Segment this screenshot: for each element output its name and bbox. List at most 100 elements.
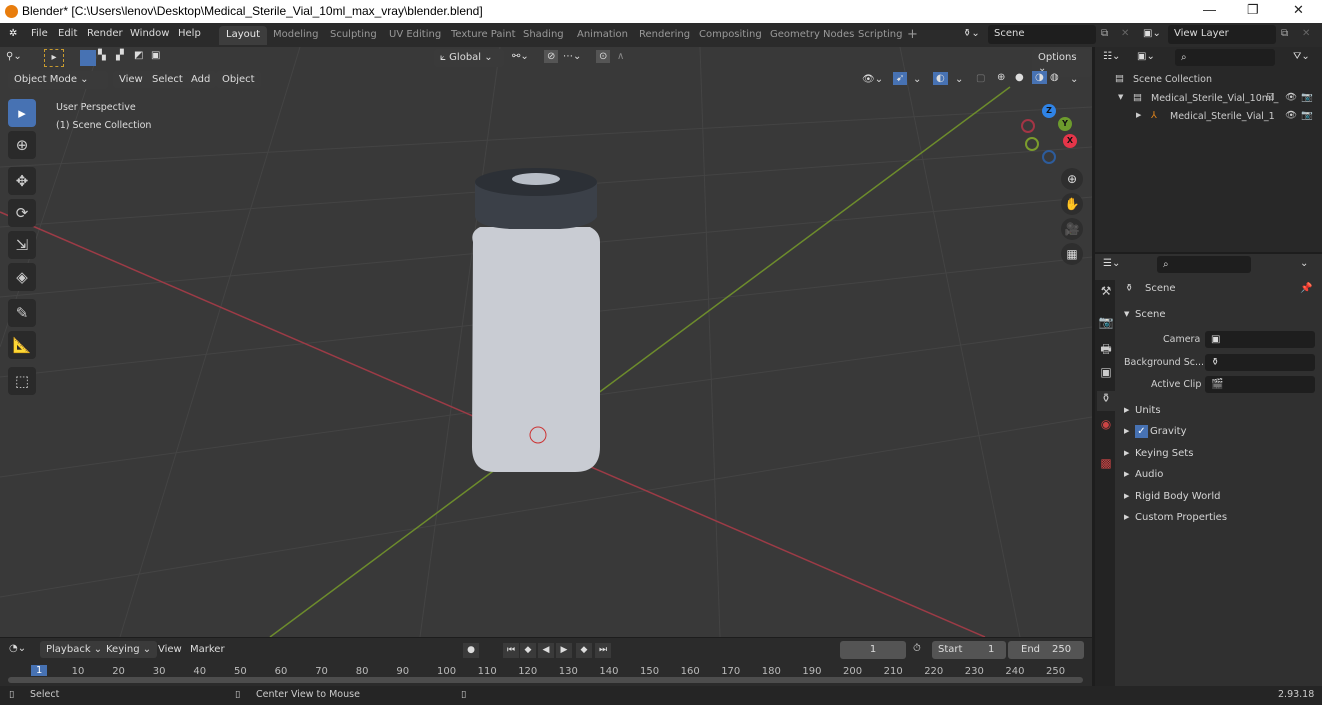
timeline-editor-icon[interactable]: ◔⌄ xyxy=(9,643,26,654)
current-frame-field[interactable]: 1 xyxy=(840,641,906,659)
object-mode-dropdown[interactable]: Object Mode ⌄ xyxy=(8,71,108,89)
view-layer-tab-icon[interactable]: ▣ xyxy=(1097,365,1115,385)
expand-arrow-icon[interactable]: ▼ xyxy=(1118,93,1123,101)
tool-scale[interactable]: ⇲ xyxy=(8,231,36,259)
overlay-toggle-icon[interactable]: ◐ xyxy=(933,72,948,85)
xray-icon[interactable]: ▢ xyxy=(976,73,985,84)
tab-compositing[interactable]: Compositing xyxy=(692,26,769,45)
pan-view-icon[interactable]: ✋ xyxy=(1061,193,1083,215)
output-tab-icon[interactable]: 🖶 xyxy=(1097,340,1115,360)
tool-measure[interactable]: 📐 xyxy=(8,331,36,359)
editor-type-icon[interactable]: ⚲⌄ xyxy=(6,51,22,62)
tab-rendering[interactable]: Rendering xyxy=(632,26,697,45)
gizmo-neg-y[interactable] xyxy=(1025,137,1039,151)
timeline-view-menu[interactable]: View xyxy=(158,644,182,655)
panel-rigid-body-world[interactable]: ▶ Rigid Body World xyxy=(1095,490,1322,510)
add-workspace-button[interactable]: + xyxy=(902,26,923,45)
play-reverse-button[interactable]: ◀ xyxy=(538,643,554,658)
falloff-icon[interactable]: ∧ xyxy=(617,51,624,62)
outliner-filter-layer-icon[interactable]: ▣⌄ xyxy=(1137,51,1155,62)
view-layer-selector[interactable]: View Layer xyxy=(1168,25,1276,44)
outliner-item-vial-collection[interactable]: ▼ ▤ Medical_Sterile_Vial_10ml_ ☑ 👁 📷 xyxy=(1095,92,1322,110)
eye-icon[interactable]: 👁 xyxy=(1285,110,1297,121)
tab-geometry-nodes[interactable]: Geometry Nodes xyxy=(763,26,861,45)
panel-units[interactable]: ▶ Units xyxy=(1095,404,1322,424)
tool-annotate[interactable]: ✎ xyxy=(8,299,36,327)
select-mode-intersect-icon[interactable]: ▣ xyxy=(151,50,160,61)
tab-uv-editing[interactable]: UV Editing xyxy=(382,26,448,45)
tab-modeling[interactable]: Modeling xyxy=(266,26,326,45)
pivot-point-icon[interactable]: ⚯⌄ xyxy=(512,51,529,62)
menu-render[interactable]: Render xyxy=(87,28,123,39)
tool-add-cube[interactable]: ⬚ xyxy=(8,367,36,395)
tab-scripting[interactable]: Scripting xyxy=(851,26,909,45)
timeline-scrollbar[interactable] xyxy=(8,677,1083,683)
tool-rotate[interactable]: ⟳ xyxy=(8,199,36,227)
rendered-shading-icon[interactable]: ◍ xyxy=(1050,72,1059,83)
outliner-item-scene-collection[interactable]: ▤ Scene Collection xyxy=(1095,73,1322,91)
properties-editor-icon[interactable]: ☰⌄ xyxy=(1103,258,1120,269)
panel-keying-sets[interactable]: ▶ Keying Sets xyxy=(1095,447,1322,467)
panel-custom-properties[interactable]: ▶ Custom Properties xyxy=(1095,511,1322,531)
restore-button[interactable]: ❐ xyxy=(1247,2,1259,18)
new-view-layer-icon[interactable]: ⧉ xyxy=(1281,28,1288,39)
tab-texture-paint[interactable]: Texture Paint xyxy=(444,26,523,45)
expand-arrow-icon[interactable]: ▶ xyxy=(1136,111,1141,119)
gizmo-x-axis[interactable]: X xyxy=(1063,134,1077,148)
current-frame-marker[interactable]: 1 xyxy=(31,665,48,676)
viewport-menu-add[interactable]: Add xyxy=(185,71,217,88)
gizmo-neg-x[interactable] xyxy=(1021,119,1035,133)
viewport-menu-view[interactable]: View xyxy=(113,71,149,88)
background-scene-field[interactable]: ⚱ xyxy=(1205,354,1315,371)
material-shading-icon[interactable]: ◑ xyxy=(1032,71,1047,84)
view-layer-icon[interactable]: ▣⌄ xyxy=(1143,28,1161,39)
include-checkbox[interactable]: ☑ xyxy=(1266,92,1275,103)
gizmo-y-axis[interactable]: Y xyxy=(1058,117,1072,131)
zoom-view-icon[interactable]: ⊕ xyxy=(1061,168,1083,190)
gizmo-neg-z[interactable] xyxy=(1042,150,1056,164)
select-mode-invert-icon[interactable]: ◩ xyxy=(134,50,143,61)
wireframe-shading-icon[interactable]: ⊕ xyxy=(997,72,1005,83)
camera-icon[interactable]: 📷 xyxy=(1301,92,1313,103)
outliner-display-mode-icon[interactable]: ☷⌄ xyxy=(1103,51,1120,62)
ortho-toggle-icon[interactable]: ▦ xyxy=(1061,243,1083,265)
delete-scene-icon[interactable]: ✕ xyxy=(1121,28,1129,39)
panel-audio[interactable]: ▶ Audio xyxy=(1095,468,1322,488)
tool-cursor[interactable]: ⊕ xyxy=(8,131,36,159)
record-button[interactable]: ● xyxy=(463,643,479,658)
start-frame-field[interactable]: Start 1 xyxy=(932,641,1006,659)
outliner-item-vial-object[interactable]: ▶ ⅄ Medical_Sterile_Vial_1 👁 📷 xyxy=(1095,110,1322,128)
playback-menu[interactable]: Playback ⌄ xyxy=(40,641,109,658)
viewport-menu-select[interactable]: Select xyxy=(146,71,189,88)
minimize-button[interactable]: — xyxy=(1203,2,1216,17)
active-clip-field[interactable]: 🎬 xyxy=(1205,376,1315,393)
solid-shading-icon[interactable]: ● xyxy=(1015,72,1024,83)
outliner-search-input[interactable]: ⌕ xyxy=(1175,49,1275,66)
select-mode-subtract-icon[interactable]: ▞ xyxy=(116,50,124,61)
tool-select-box[interactable]: ▸ xyxy=(8,99,36,127)
select-mode-extend-icon[interactable]: ▚ xyxy=(98,50,106,61)
stopwatch-icon[interactable]: ⏱ xyxy=(913,643,921,654)
keying-menu[interactable]: Keying ⌄ xyxy=(100,641,158,658)
new-scene-icon[interactable]: ⧉ xyxy=(1101,28,1108,39)
pin-icon[interactable]: 📌 xyxy=(1300,283,1312,294)
tool-move[interactable]: ✥ xyxy=(8,167,36,195)
panel-scene-header[interactable]: ▼ Scene xyxy=(1095,308,1322,328)
visibility-icon[interactable]: 👁⌄ xyxy=(862,74,883,85)
select-tool-icon[interactable]: ▸ xyxy=(44,49,64,67)
scene-icon[interactable]: ⚱⌄ xyxy=(963,28,980,39)
select-mode-new-icon[interactable] xyxy=(80,50,96,66)
3d-viewport[interactable]: ⚲⌄ ▸ ▚ ▞ ◩ ▣ Object Mode ⌄ View Select A… xyxy=(0,47,1092,637)
gizmo-toggle-icon[interactable]: ➹ xyxy=(893,72,908,85)
jump-end-button[interactable]: ⏭ xyxy=(595,643,611,658)
tab-animation[interactable]: Animation xyxy=(570,26,635,45)
blender-menu-icon[interactable]: ✲ xyxy=(9,28,17,39)
snap-target-icon[interactable]: ⋯⌄ xyxy=(563,51,581,62)
camera-view-icon[interactable]: 🎥 xyxy=(1061,218,1083,240)
world-tab-icon[interactable]: ◉ xyxy=(1097,417,1115,437)
timeline-marker-menu[interactable]: Marker xyxy=(190,644,225,655)
gizmo-dropdown-icon[interactable]: ⌄ xyxy=(913,74,921,85)
tab-layout[interactable]: Layout xyxy=(219,26,267,45)
snap-icon[interactable]: ⊘ xyxy=(544,50,559,63)
play-button[interactable]: ▶ xyxy=(556,643,572,658)
